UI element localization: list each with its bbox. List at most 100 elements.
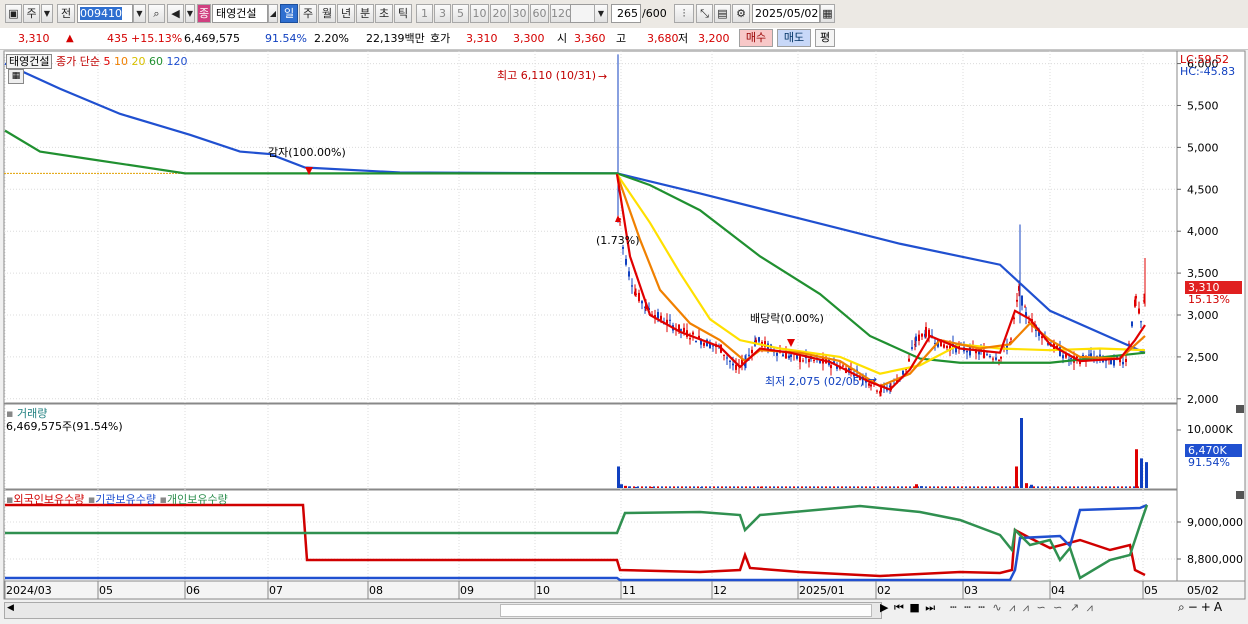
candle-body [726, 357, 728, 359]
candle-body [819, 360, 821, 363]
volume-bar [821, 486, 823, 488]
candle-body [1021, 295, 1023, 306]
pane-close-icon[interactable] [1236, 491, 1244, 499]
first-icon[interactable]: ⏮ [894, 601, 905, 614]
period-3-button[interactable]: 년 [337, 4, 355, 23]
grid-toggle-icon[interactable]: ▦ [8, 69, 24, 84]
minute-30-button[interactable]: 30 [510, 4, 529, 23]
x-label: 2025/01 [799, 584, 845, 597]
volume-bar [753, 486, 755, 488]
gear-icon[interactable]: ⚙ [732, 4, 750, 23]
stop-icon[interactable]: ■ [909, 601, 920, 614]
volume-bar [669, 486, 671, 488]
candle-body [995, 357, 997, 360]
volume-bar [1133, 486, 1135, 488]
interval-dropdown-icon[interactable]: ▼ [594, 4, 608, 23]
period-1-button[interactable]: 주 [299, 4, 317, 23]
volume-bar [1077, 486, 1079, 488]
volume-bar [953, 486, 955, 488]
speaker-icon[interactable]: ◀ [167, 4, 184, 23]
period-4-button[interactable]: 분 [356, 4, 374, 23]
period-5-button[interactable]: 초 [375, 4, 393, 23]
open-label: 시 [557, 32, 568, 45]
legend-ma-20: 20 [127, 55, 146, 68]
x-label: 08 [369, 584, 383, 597]
minute-1-button[interactable]: 1 [416, 4, 433, 23]
horizontal-scrollbar[interactable]: ◀ [4, 602, 882, 619]
volume-bar [961, 486, 963, 488]
buy-button[interactable]: 매수 [739, 29, 773, 47]
arrow-right-icon: → [598, 70, 607, 83]
font-icon[interactable]: A [1214, 600, 1225, 614]
candle-body [830, 365, 832, 369]
candle-icon[interactable]: ⫶ [674, 4, 694, 23]
draw-tools[interactable]: ┅ ┅ ┅ ∿ ⩘ ⩘ ∽ ∽ ↗ ⩘ [950, 601, 1095, 615]
period-6-button[interactable]: 틱 [394, 4, 412, 23]
volume-bar [1135, 449, 1138, 488]
volume-bar [809, 486, 811, 488]
zoom-controls[interactable]: ⌕−+A [1178, 600, 1225, 615]
candle-body [660, 315, 662, 320]
minute-3-button[interactable]: 3 [434, 4, 451, 23]
volume-bar [1093, 486, 1095, 488]
sell-button[interactable]: 매도 [777, 29, 811, 47]
volume-bar [709, 486, 711, 488]
volume-bar [829, 486, 831, 488]
code-input[interactable]: 009410 [77, 4, 133, 23]
period-0-button[interactable]: 일 [280, 4, 298, 23]
bid-label: 호가 [430, 32, 451, 45]
eval-button[interactable]: 평 [815, 29, 835, 47]
stock-chart[interactable]: →→ 6,0005,5005,0004,5004,0003,5003,0002,… [0, 50, 1248, 621]
scroll-thumb[interactable] [500, 604, 872, 617]
scroll-left-icon[interactable]: ◀ [7, 603, 14, 613]
date-input[interactable]: 2025/05/02 [752, 4, 820, 23]
holding-ytick-1: 9,000,000 [1187, 516, 1243, 529]
candle-body [989, 356, 991, 358]
minute-120-button[interactable]: 120 [550, 4, 572, 23]
pane-close-icon[interactable] [1236, 405, 1244, 413]
volume-bar [1113, 486, 1115, 488]
volume-bar [1085, 486, 1087, 488]
legend-stock-name[interactable]: 태영건설 [6, 54, 53, 69]
candle-body [1135, 295, 1137, 299]
volume-bar [1089, 486, 1091, 488]
calendar-icon[interactable]: ▦ [820, 4, 835, 23]
save-icon[interactable]: ▤ [714, 4, 731, 23]
scroll-right-icon[interactable]: ▶ [880, 601, 889, 614]
prev-button[interactable]: 전 [57, 4, 75, 23]
draw-icon[interactable]: ⤡ [696, 4, 713, 23]
minute-5-button[interactable]: 5 [452, 4, 469, 23]
candle-body [1131, 321, 1133, 327]
minute-60-button[interactable]: 60 [530, 4, 549, 23]
zoom-in-icon[interactable]: + [1201, 600, 1214, 614]
window-icon[interactable]: ▣ [5, 4, 22, 23]
candle-body [915, 336, 917, 342]
zoom-search-icon[interactable]: ⌕ [1178, 600, 1188, 614]
count-input[interactable]: 265 [611, 4, 641, 23]
stock-name[interactable]: 태영건설 [212, 4, 268, 23]
last-icon[interactable]: ⏭ [925, 601, 936, 614]
volume-bar [785, 486, 787, 488]
volume-bar [1073, 486, 1075, 488]
x-label: 10 [536, 584, 550, 597]
nav-controls[interactable]: ▶ ⏮ ■ ⏭ [880, 601, 936, 615]
market-select[interactable]: 주 [23, 4, 40, 23]
candle-body [628, 271, 630, 277]
period-2-button[interactable]: 월 [318, 4, 336, 23]
minute-10-button[interactable]: 10 [470, 4, 489, 23]
code-dropdown-icon[interactable]: ▼ [133, 4, 146, 23]
candle-body [638, 292, 640, 302]
zoom-out-icon[interactable]: − [1188, 600, 1201, 614]
search-icon[interactable]: ⌕ [148, 4, 165, 23]
volume-bar [805, 486, 807, 488]
y-tick-label: 5,000 [1187, 141, 1219, 154]
stock-dropdown-icon[interactable]: ◢ [268, 4, 278, 23]
minute-20-button[interactable]: 20 [490, 4, 509, 23]
y-tick-label: 4,500 [1187, 183, 1219, 196]
volume-bar [717, 486, 719, 488]
chevron-down-icon[interactable]: ▼ [41, 4, 53, 23]
speaker-dropdown-icon[interactable]: ▼ [185, 4, 195, 23]
volume-bar [1101, 486, 1103, 488]
volume-bar [757, 486, 759, 488]
candle-body [692, 332, 694, 335]
